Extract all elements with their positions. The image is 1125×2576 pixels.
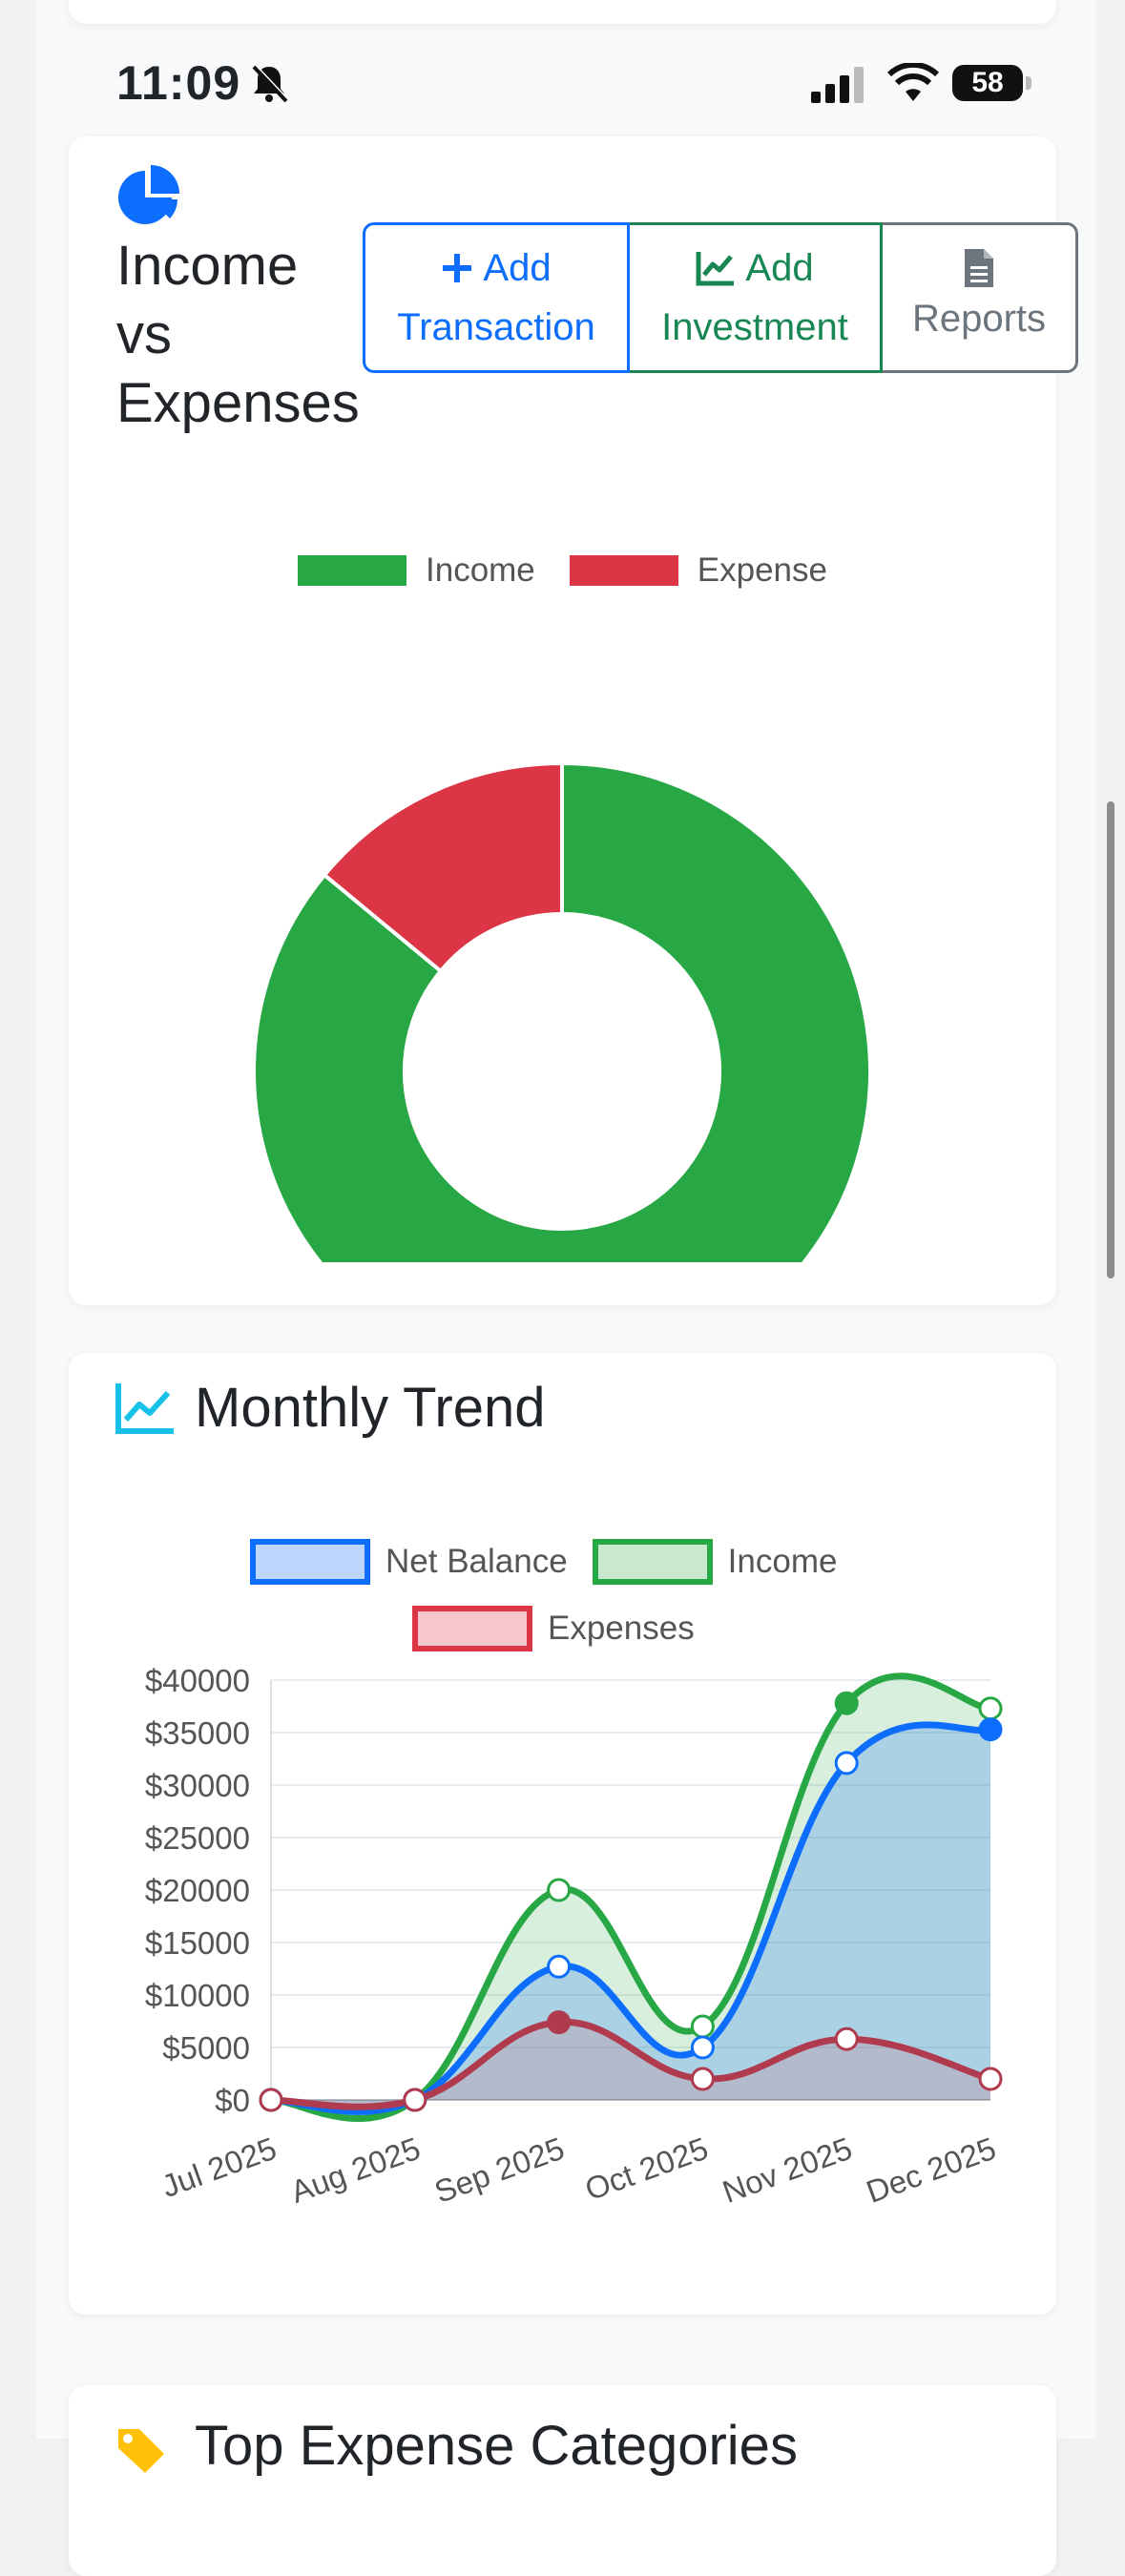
x-tick-label: Jul 2025 xyxy=(156,2130,281,2204)
status-bar: 11:09 58 xyxy=(0,0,1125,134)
battery-level: 58 xyxy=(952,65,1023,101)
status-time: 11:09 xyxy=(116,56,241,110)
monthly-trend-card: Monthly Trend Net Balance Income Expense… xyxy=(69,1353,1056,2315)
legend-swatch-income xyxy=(298,555,406,586)
y-tick-label: $25000 xyxy=(145,1820,250,1856)
y-tick-label: $35000 xyxy=(145,1715,250,1751)
add-investment-button[interactable]: Add Investment xyxy=(630,222,883,373)
y-tick-label: $15000 xyxy=(145,1925,250,1961)
reports-button[interactable]: Reports xyxy=(883,222,1078,373)
y-tick-label: $40000 xyxy=(145,1663,250,1698)
tags-icon xyxy=(118,2429,164,2473)
pie-chart-icon xyxy=(118,165,179,224)
point-income[interactable] xyxy=(978,1696,1003,1721)
scrollbar[interactable] xyxy=(1107,801,1115,1278)
point-net-balance[interactable] xyxy=(690,2035,715,2060)
signal-icon xyxy=(811,67,864,103)
card-title: Top Expense Categories xyxy=(195,2415,798,2477)
point-income[interactable] xyxy=(834,1691,859,1715)
point-expenses[interactable] xyxy=(547,2010,572,2035)
add-transaction-label-1: Add xyxy=(483,247,552,289)
add-investment-label-2: Investment xyxy=(661,306,848,348)
document-icon xyxy=(965,249,993,287)
y-tick-label: $20000 xyxy=(145,1873,250,1908)
add-transaction-button[interactable]: Add Transaction xyxy=(363,222,630,373)
point-net-balance[interactable] xyxy=(978,1717,1003,1742)
legend-label-income: Income xyxy=(426,551,535,589)
title-line-2: vs xyxy=(116,303,172,365)
action-button-group: Add Transaction Add Investment Reports xyxy=(363,222,1078,373)
reports-label: Reports xyxy=(911,298,1047,340)
point-net-balance[interactable] xyxy=(547,1954,572,1979)
x-tick-label: Dec 2025 xyxy=(862,2130,1000,2210)
wifi-icon xyxy=(887,63,939,101)
x-tick-label: Oct 2025 xyxy=(580,2130,713,2208)
plus-icon xyxy=(443,254,472,282)
y-tick-label: $5000 xyxy=(162,2030,250,2066)
add-transaction-label-2: Transaction xyxy=(397,306,595,348)
x-tick-label: Sep 2025 xyxy=(430,2130,569,2210)
point-income[interactable] xyxy=(690,2014,715,2039)
y-tick-label: $10000 xyxy=(145,1978,250,2013)
top-expense-categories-card: Top Expense Categories xyxy=(69,2385,1056,2576)
line-chart-icon xyxy=(696,252,735,286)
point-income[interactable] xyxy=(547,1878,572,1902)
y-tick-label: $30000 xyxy=(145,1768,250,1803)
point-expenses[interactable] xyxy=(978,2067,1003,2091)
legend-swatch-expense xyxy=(569,555,678,586)
title-line-1: Income xyxy=(116,235,299,297)
title-line-3: Expenses xyxy=(116,372,360,434)
x-tick-label: Nov 2025 xyxy=(718,2130,856,2210)
income-vs-expenses-card: Income vs Expenses Add Transaction Add I… xyxy=(69,136,1078,1305)
y-tick-label: $0 xyxy=(215,2083,250,2118)
donut-chart xyxy=(252,760,872,1262)
point-expenses[interactable] xyxy=(403,2088,427,2112)
point-expenses[interactable] xyxy=(259,2088,283,2112)
add-investment-label-1: Add xyxy=(745,247,814,289)
battery-tip xyxy=(1026,76,1031,90)
monthly-trend-chart: $0 $5000 $10000 $15000 $20000 $25000 $30000 $35… xyxy=(145,1663,1003,2210)
point-expenses[interactable] xyxy=(690,2067,715,2091)
bell-muted-icon xyxy=(252,64,289,103)
card-title: Income vs Expenses xyxy=(116,232,360,438)
point-net-balance[interactable] xyxy=(834,1751,859,1776)
donut-legend: Income Expense xyxy=(298,551,827,590)
point-expenses[interactable] xyxy=(834,2026,859,2051)
legend-label-expense: Expense xyxy=(697,551,827,589)
x-tick-label: Aug 2025 xyxy=(286,2130,425,2210)
